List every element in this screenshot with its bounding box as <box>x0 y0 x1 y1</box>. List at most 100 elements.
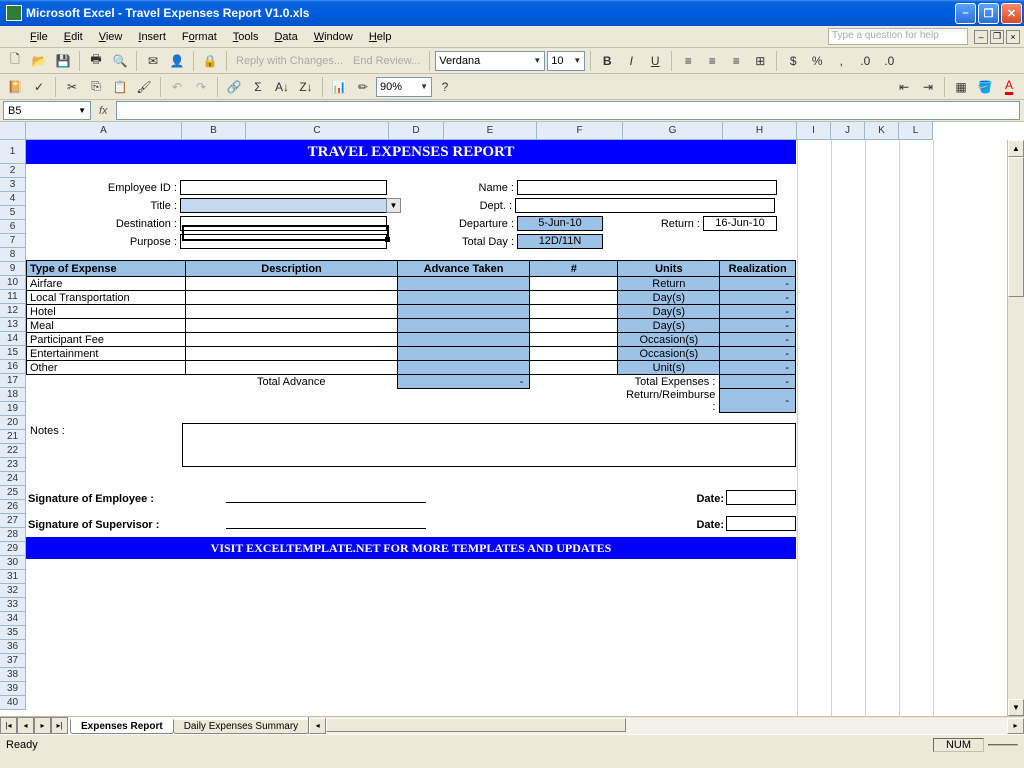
row-header-32[interactable]: 32 <box>0 584 26 598</box>
col-header-e[interactable]: E <box>444 122 537 140</box>
cell-desc[interactable] <box>186 291 397 305</box>
tab-prev-icon[interactable]: ◂ <box>17 717 34 734</box>
cell-hash[interactable] <box>530 277 618 291</box>
copy-icon[interactable]: ⎘ <box>85 76 107 98</box>
row-header-31[interactable]: 31 <box>0 570 26 584</box>
row-header-1[interactable]: 1 <box>0 140 26 164</box>
col-header-h[interactable]: H <box>723 122 797 140</box>
scroll-up-icon[interactable]: ▲ <box>1008 140 1024 157</box>
row-header-33[interactable]: 33 <box>0 598 26 612</box>
minimize-button[interactable]: – <box>955 3 976 24</box>
recipient-icon[interactable]: 👤 <box>166 50 188 72</box>
row-header-6[interactable]: 6 <box>0 220 26 234</box>
formula-input[interactable] <box>116 101 1020 120</box>
menu-file[interactable]: File <box>22 29 56 45</box>
dept-field[interactable] <box>515 198 775 213</box>
close-button[interactable]: ✕ <box>1001 3 1022 24</box>
row-header-34[interactable]: 34 <box>0 612 26 626</box>
cell-type[interactable]: Entertainment <box>27 347 186 361</box>
name-box[interactable]: B5▼ <box>3 101 91 120</box>
vertical-scrollbar[interactable]: ▲ ▼ <box>1007 140 1024 716</box>
row-header-17[interactable]: 17 <box>0 374 26 388</box>
zoom-combo[interactable]: 90%▼ <box>376 77 432 97</box>
sort-asc-icon[interactable]: A↓ <box>271 76 293 98</box>
cell-hash[interactable] <box>530 305 618 319</box>
title-field[interactable] <box>180 198 387 213</box>
purpose-field[interactable] <box>180 234 387 249</box>
font-size-combo[interactable]: 10▼ <box>547 51 585 71</box>
row-header-16[interactable]: 16 <box>0 360 26 374</box>
redo-icon[interactable]: ↷ <box>190 76 212 98</box>
cell-type[interactable]: Local Transportation <box>27 291 186 305</box>
sig-emp-date-field[interactable] <box>726 490 796 505</box>
menu-insert[interactable]: Insert <box>130 29 174 45</box>
bold-icon[interactable]: B <box>596 50 618 72</box>
row-header-11[interactable]: 11 <box>0 290 26 304</box>
open-icon[interactable]: 📂 <box>28 50 50 72</box>
increase-decimal-icon[interactable]: .0 <box>854 50 876 72</box>
hyperlink-icon[interactable]: 🔗 <box>223 76 245 98</box>
notes-field[interactable] <box>182 423 796 467</box>
dropdown-icon[interactable]: ▼ <box>386 198 401 213</box>
underline-icon[interactable]: U <box>644 50 666 72</box>
row-header-25[interactable]: 25 <box>0 486 26 500</box>
col-header-g[interactable]: G <box>623 122 723 140</box>
name-field[interactable] <box>517 180 777 195</box>
mail-icon[interactable]: ✉ <box>142 50 164 72</box>
row-header-30[interactable]: 30 <box>0 556 26 570</box>
doc-minimize-button[interactable]: – <box>974 30 988 44</box>
cell-hash[interactable] <box>530 333 618 347</box>
fx-icon[interactable]: fx <box>91 105 116 117</box>
borders-icon[interactable]: ▦ <box>950 76 972 98</box>
drawing-icon[interactable]: ✏ <box>352 76 374 98</box>
row-header-4[interactable]: 4 <box>0 192 26 206</box>
menu-window[interactable]: Window <box>306 29 361 45</box>
autosum-icon[interactable]: Σ <box>247 76 269 98</box>
cell-type[interactable]: Hotel <box>27 305 186 319</box>
hscroll-thumb[interactable] <box>326 718 626 732</box>
sort-desc-icon[interactable]: Z↓ <box>295 76 317 98</box>
cell-advance[interactable] <box>397 305 530 319</box>
row-header-39[interactable]: 39 <box>0 682 26 696</box>
cut-icon[interactable]: ✂ <box>61 76 83 98</box>
row-header-22[interactable]: 22 <box>0 444 26 458</box>
italic-icon[interactable]: I <box>620 50 642 72</box>
doc-restore-button[interactable]: ❐ <box>990 30 1004 44</box>
row-header-14[interactable]: 14 <box>0 332 26 346</box>
col-header-f[interactable]: F <box>537 122 623 140</box>
comma-icon[interactable]: , <box>830 50 852 72</box>
row-header-37[interactable]: 37 <box>0 654 26 668</box>
menu-edit[interactable]: Edit <box>56 29 91 45</box>
merge-icon[interactable]: ⊞ <box>749 50 771 72</box>
sig-sup-date-field[interactable] <box>726 516 796 531</box>
scroll-down-icon[interactable]: ▼ <box>1008 699 1024 716</box>
percent-icon[interactable]: % <box>806 50 828 72</box>
permission-icon[interactable]: 🔒 <box>199 50 221 72</box>
col-header-k[interactable]: K <box>865 122 899 140</box>
departure-field[interactable]: 5-Jun-10 <box>517 216 603 231</box>
row-header-24[interactable]: 24 <box>0 472 26 486</box>
tab-daily-summary[interactable]: Daily Expenses Summary <box>173 720 309 734</box>
cell-advance[interactable] <box>397 361 530 375</box>
undo-icon[interactable]: ↶ <box>166 76 188 98</box>
chart-icon[interactable]: 📊 <box>328 76 350 98</box>
horizontal-scrollbar[interactable]: ◂ ▸ <box>308 717 1024 734</box>
menu-view[interactable]: View <box>91 29 131 45</box>
row-header-36[interactable]: 36 <box>0 640 26 654</box>
cell-hash[interactable] <box>530 319 618 333</box>
row-header-28[interactable]: 28 <box>0 528 26 542</box>
col-header-l[interactable]: L <box>899 122 933 140</box>
cell-desc[interactable] <box>186 305 397 319</box>
tab-first-icon[interactable]: |◂ <box>0 717 17 734</box>
scroll-left-icon[interactable]: ◂ <box>309 718 326 734</box>
tab-next-icon[interactable]: ▸ <box>34 717 51 734</box>
decrease-decimal-icon[interactable]: .0 <box>878 50 900 72</box>
col-header-b[interactable]: B <box>182 122 246 140</box>
col-header-i[interactable]: I <box>797 122 831 140</box>
cell-type[interactable]: Meal <box>27 319 186 333</box>
increase-indent-icon[interactable]: ⇥ <box>917 76 939 98</box>
print-icon[interactable]: 🖶 <box>85 50 107 72</box>
menu-tools[interactable]: Tools <box>225 29 267 45</box>
cell-type[interactable]: Other <box>27 361 186 375</box>
row-header-12[interactable]: 12 <box>0 304 26 318</box>
